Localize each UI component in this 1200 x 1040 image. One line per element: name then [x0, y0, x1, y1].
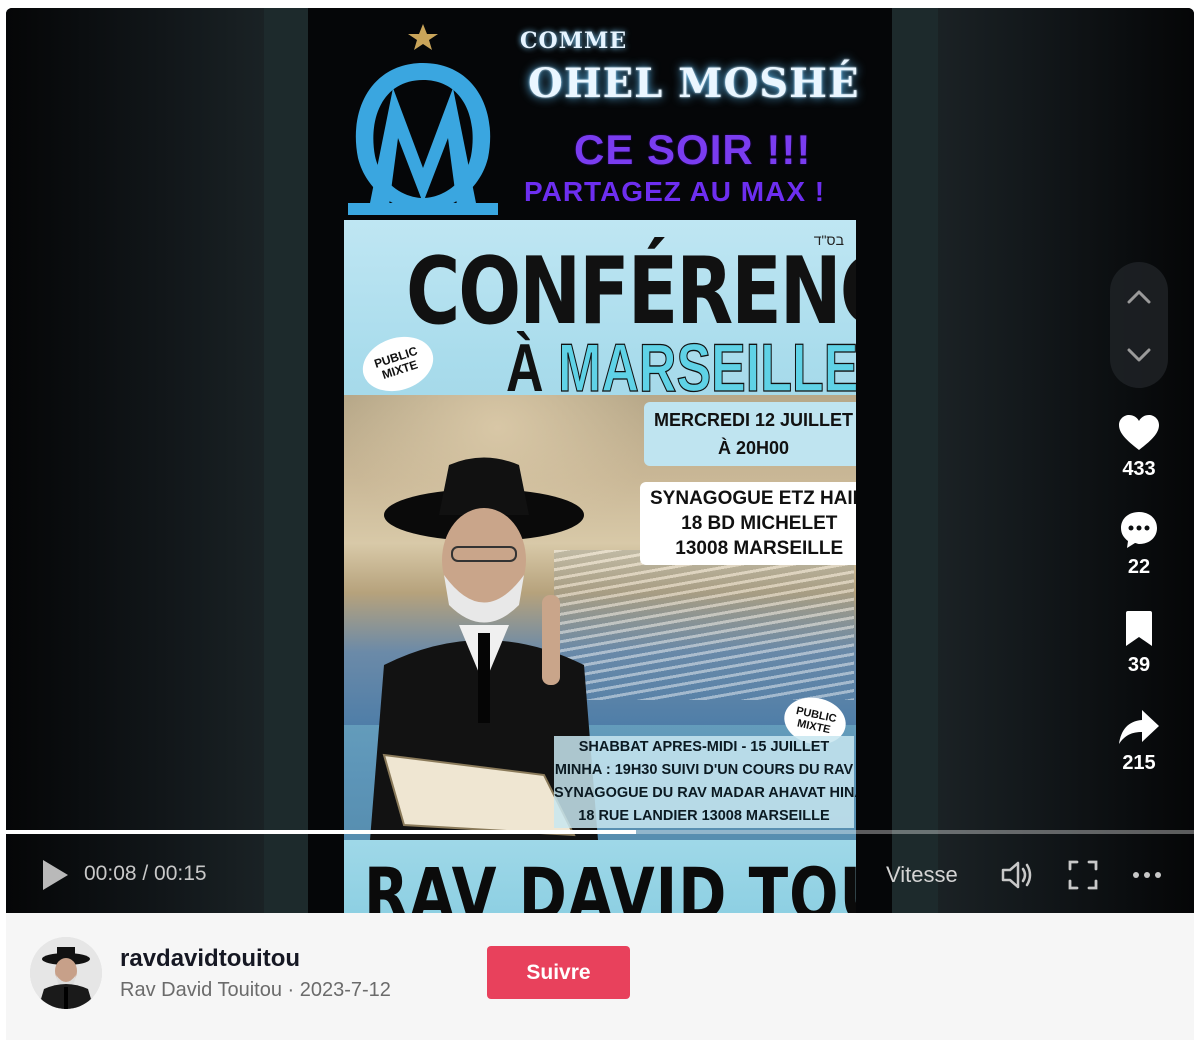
speed-button[interactable]: Vitesse: [886, 862, 958, 888]
om-logo-icon: [348, 24, 498, 215]
time-display: 00:08 / 00:15: [84, 862, 207, 885]
username[interactable]: ravdavidtouitou: [120, 945, 300, 973]
poster-ohel-moshe: OHEL MOSHÉ: [528, 60, 860, 107]
more-options-icon[interactable]: [1130, 858, 1164, 892]
like-count: 433: [1122, 458, 1156, 480]
chevron-up-icon: [1127, 290, 1151, 304]
shabbat-info: SHABBAT APRES-MIDI - 15 JUILLET MINHA : …: [554, 736, 856, 828]
place-line-2: 18 BD MICHELET: [681, 513, 838, 534]
author-bar: ravdavidtouitou Rav David Touitou · 2023…: [6, 913, 1194, 1040]
event-time: À 20H00: [717, 438, 790, 458]
flyer-marseille: MARSEILLE: [558, 331, 856, 408]
bookmark-icon: [1126, 611, 1152, 646]
volume-icon[interactable]: [1000, 858, 1034, 892]
play-icon[interactable]: [40, 858, 70, 892]
share-button[interactable]: 215: [1106, 708, 1172, 775]
shabbat-line-1: SHABBAT APRES-MIDI - 15 JUILLET: [578, 739, 830, 755]
chevron-down-icon: [1127, 348, 1151, 362]
author-subline: Rav David Touitou · 2023-7-12: [120, 979, 391, 1001]
like-button[interactable]: 433: [1106, 414, 1172, 481]
share-count: 215: [1122, 752, 1156, 774]
player-controls: 00:08 / 00:15 Vitesse: [6, 834, 1194, 913]
video-player[interactable]: COMME OHEL MOSHÉ CE SOIR !!! PARTAGEZ AU…: [6, 8, 1194, 913]
event-date-box: MERCREDI 12 JUILLET À 20H00: [644, 402, 856, 466]
share-arrow-icon: [1119, 710, 1159, 744]
flyer-city-title: À MARSEILLE: [506, 330, 856, 408]
avatar-image: [30, 937, 102, 1009]
previous-video-button[interactable]: [1110, 268, 1168, 326]
save-button[interactable]: 39: [1106, 610, 1172, 677]
video-nav: [1110, 262, 1168, 388]
place-line-3: 13008 MARSEILLE: [675, 538, 844, 559]
shabbat-line-2: MINHA : 19H30 SUIVI D'UN COURS DU RAV: [554, 762, 854, 778]
heart-icon: [1119, 415, 1159, 450]
shabbat-line-4: 18 RUE LANDIER 13008 MARSEILLE: [578, 808, 830, 824]
shabbat-line-3: SYNAGOGUE DU RAV MADAR AHAVAT HINAM: [554, 785, 856, 801]
event-place-box: SYNAGOGUE ETZ HAIM 18 BD MICHELET 13008 …: [640, 482, 856, 565]
comment-count: 22: [1127, 556, 1151, 578]
avatar[interactable]: [30, 937, 102, 1009]
left-blur-panel: [6, 8, 266, 913]
save-count: 39: [1127, 654, 1151, 676]
next-video-button[interactable]: [1110, 326, 1168, 384]
poster-ce-soir: CE SOIR !!!: [574, 126, 812, 173]
follow-button[interactable]: Suivre: [487, 946, 630, 999]
flyer-a: À: [506, 331, 544, 407]
comment-icon: [1121, 512, 1157, 548]
video-content[interactable]: COMME OHEL MOSHÉ CE SOIR !!! PARTAGEZ AU…: [308, 8, 892, 913]
conference-flyer: בס"ד CONFÉRENCE À MARSEILLE PUBLIC MIXTE…: [344, 220, 856, 913]
poster-comme: COMME: [520, 28, 628, 54]
event-date: MERCREDI 12 JUILLET: [654, 410, 854, 430]
comment-button[interactable]: 22: [1106, 510, 1172, 579]
fullscreen-icon[interactable]: [1066, 858, 1100, 892]
place-line-1: SYNAGOGUE ETZ HAIM: [650, 488, 856, 509]
poster-partagez: PARTAGEZ AU MAX !: [524, 176, 826, 207]
